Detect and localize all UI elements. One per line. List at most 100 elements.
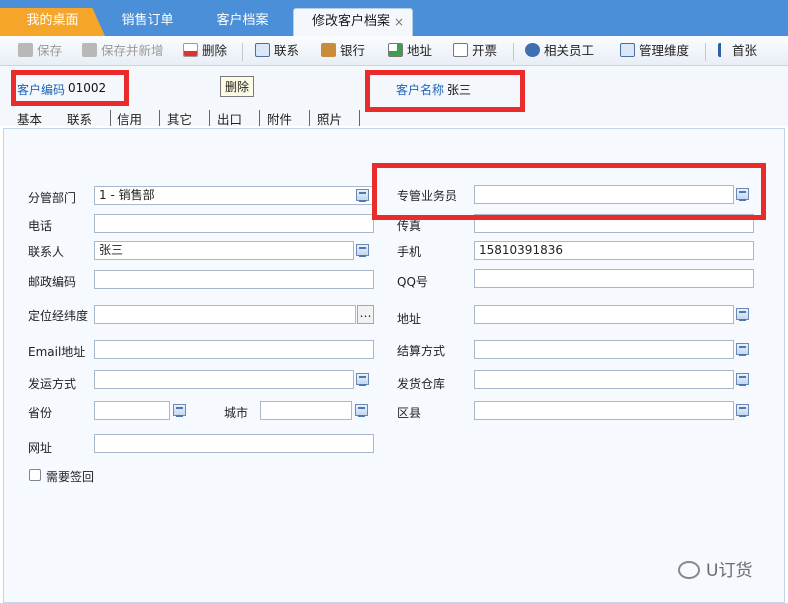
- invoice-label: 开票: [472, 43, 498, 58]
- contact-person-input[interactable]: 张三: [94, 241, 354, 260]
- subtab-contact[interactable]: 联系: [67, 109, 92, 128]
- zip-label: 邮政编码: [28, 275, 77, 289]
- ship-picker-icon[interactable]: [356, 373, 369, 386]
- toolbar-divider: [513, 43, 514, 61]
- province-picker-icon[interactable]: [173, 404, 186, 417]
- warehouse-label: 发货仓库: [397, 377, 446, 391]
- address-label: 地址: [397, 312, 422, 326]
- qq-label: QQ号: [397, 275, 428, 289]
- address-picker-icon[interactable]: [736, 308, 749, 321]
- toolbar-divider: [705, 43, 706, 61]
- staff-icon: [525, 43, 540, 57]
- highlight-box-customer-code: [11, 70, 129, 106]
- delete-button[interactable]: 删除: [183, 41, 227, 61]
- tab-home[interactable]: 我的桌面: [0, 8, 105, 36]
- bank-button[interactable]: 银行: [321, 41, 365, 61]
- staff-label: 相关员工: [544, 43, 595, 58]
- dept-picker-icon[interactable]: [356, 189, 369, 202]
- address-icon: [388, 43, 403, 57]
- website-label: 网址: [28, 441, 53, 455]
- settlement-label: 结算方式: [397, 344, 446, 358]
- tab-edit-customer[interactable]: 修改客户档案 ×: [293, 8, 413, 37]
- address-button[interactable]: 地址: [388, 41, 432, 61]
- geo-ellipsis-button[interactable]: …: [357, 305, 374, 324]
- bank-label: 银行: [340, 43, 366, 58]
- contact-button[interactable]: 联系: [255, 41, 299, 61]
- invoice-icon: [453, 43, 468, 57]
- toolbar-divider: [242, 43, 243, 61]
- subtab-divider: [110, 110, 111, 126]
- mobile-input[interactable]: 15810391836: [474, 241, 754, 260]
- related-staff-button[interactable]: 相关员工: [525, 41, 594, 61]
- invoice-button[interactable]: 开票: [453, 41, 497, 61]
- city-label: 城市: [224, 406, 249, 420]
- first-record-icon: [718, 43, 728, 57]
- contact-card-icon: [255, 43, 270, 57]
- dept-input[interactable]: 1 - 销售部: [94, 186, 374, 205]
- save-new-icon: [82, 43, 97, 57]
- delete-tooltip: 删除: [220, 76, 255, 97]
- subtab-divider: [309, 110, 310, 126]
- wechat-icon: [678, 561, 700, 579]
- sign-back-label: 需要签回: [46, 470, 95, 484]
- ship-label: 发运方式: [28, 377, 77, 391]
- district-picker-icon[interactable]: [736, 404, 749, 417]
- first-record-label: 首张: [732, 43, 758, 58]
- email-label: Email地址: [28, 345, 86, 359]
- save-icon: [18, 43, 33, 57]
- subtab-photo[interactable]: 照片: [317, 109, 342, 128]
- dimension-button[interactable]: 管理维度: [620, 41, 689, 61]
- save-label: 保存: [37, 43, 63, 58]
- sign-back-checkbox[interactable]: [29, 469, 41, 481]
- district-input[interactable]: [474, 401, 734, 420]
- subtab-divider: [159, 110, 160, 126]
- subtab-divider: [259, 110, 260, 126]
- website-input[interactable]: [94, 434, 374, 453]
- save-new-button[interactable]: 保存并新增: [82, 41, 164, 61]
- first-record-button[interactable]: 首张: [718, 41, 757, 61]
- delete-icon: [183, 43, 198, 57]
- dept-label: 分管部门: [28, 191, 77, 205]
- ship-input[interactable]: [94, 370, 354, 389]
- toolbar: 保存 保存并新增 删除 联系 银行 地址 开票 相关员工 管理维度 首张: [0, 36, 788, 66]
- tab-strip: 我的桌面 销售订单 客户档案 修改客户档案 ×: [0, 0, 788, 37]
- warehouse-input[interactable]: [474, 370, 734, 389]
- settlement-picker-icon[interactable]: [736, 343, 749, 356]
- zip-input[interactable]: [94, 270, 374, 289]
- geo-input[interactable]: [94, 305, 356, 324]
- district-label: 区县: [397, 406, 422, 420]
- address-label: 地址: [407, 43, 433, 58]
- phone-input[interactable]: [94, 214, 374, 233]
- bank-icon: [321, 43, 336, 57]
- tab-sales-order[interactable]: 销售订单: [100, 8, 195, 36]
- save-button[interactable]: 保存: [18, 41, 62, 61]
- subtab-credit[interactable]: 信用: [117, 109, 142, 128]
- mobile-label: 手机: [397, 245, 422, 259]
- subtab-other[interactable]: 其它: [167, 109, 192, 128]
- qq-input[interactable]: [474, 269, 754, 288]
- subtab-export[interactable]: 出口: [217, 109, 242, 128]
- close-icon[interactable]: ×: [394, 9, 404, 35]
- contact-picker-icon[interactable]: [356, 244, 369, 257]
- highlight-box-customer-name: [365, 70, 525, 112]
- tab-edit-customer-label: 修改客户档案: [312, 14, 391, 29]
- subtab-basic[interactable]: 基本: [17, 109, 42, 128]
- dimension-icon: [620, 43, 635, 57]
- watermark-text: U订货: [706, 561, 753, 581]
- email-input[interactable]: [94, 340, 374, 359]
- delete-label: 删除: [202, 43, 228, 58]
- contact-label: 联系: [274, 43, 300, 58]
- province-input[interactable]: [94, 401, 170, 420]
- settlement-input[interactable]: [474, 340, 734, 359]
- subtab-attachment[interactable]: 附件: [267, 109, 292, 128]
- warehouse-picker-icon[interactable]: [736, 373, 749, 386]
- phone-label: 电话: [28, 219, 53, 233]
- watermark: U订货: [678, 556, 752, 581]
- subtab-divider: [359, 110, 360, 126]
- highlight-box-salesman: [372, 163, 766, 220]
- address-input[interactable]: [474, 305, 734, 324]
- city-picker-icon[interactable]: [355, 404, 368, 417]
- dimension-label: 管理维度: [639, 43, 690, 58]
- city-input[interactable]: [260, 401, 352, 420]
- tab-customer-archive[interactable]: 客户档案: [195, 8, 290, 36]
